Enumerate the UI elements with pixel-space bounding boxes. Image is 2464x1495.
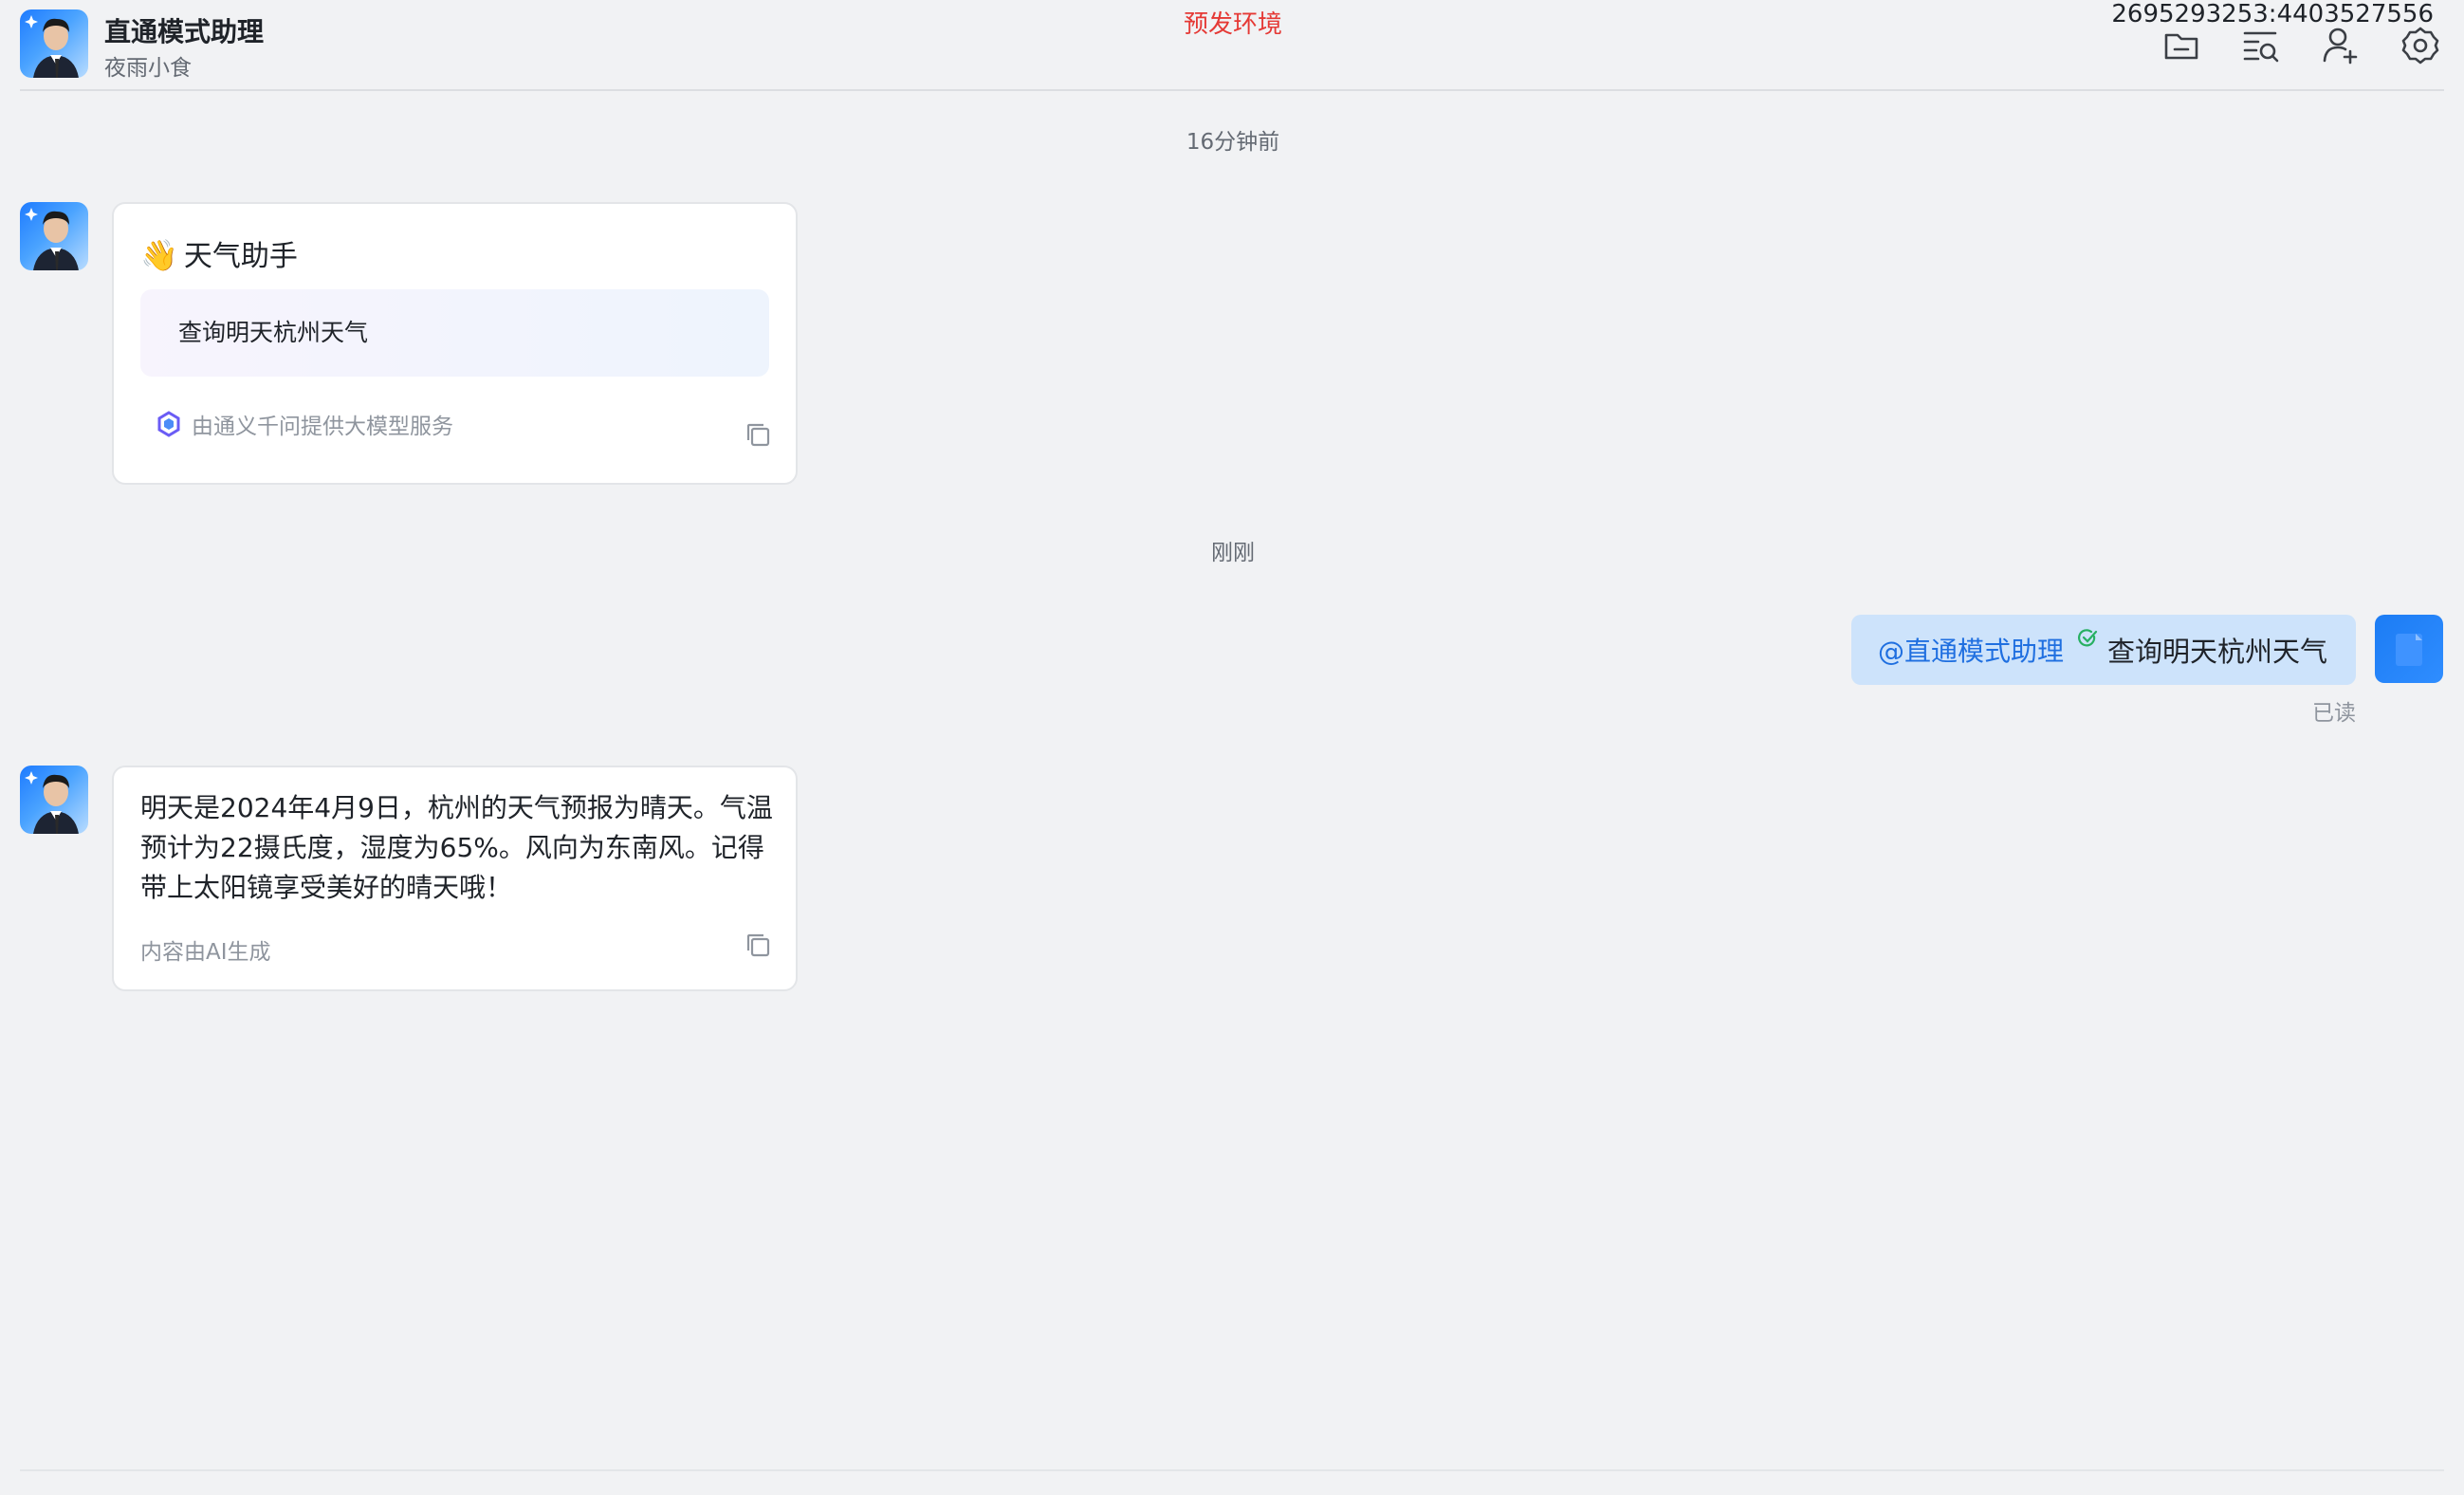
read-status: 已读 (2312, 701, 2356, 726)
qwen-logo-icon (157, 411, 180, 437)
env-label: 预发环境 (1183, 10, 1282, 39)
copy-icon[interactable] (743, 419, 773, 450)
user-message-text: 查询明天杭州天气 (2107, 636, 2328, 668)
card-title-text: 天气助手 (183, 240, 298, 273)
ai-generated-note: 内容由AI生成 (140, 940, 271, 965)
header-divider (20, 89, 2444, 91)
group-name: 夜雨小食 (104, 56, 192, 81)
powered-by-text: 由通义千问提供大模型服务 (192, 415, 453, 439)
copy-icon[interactable] (743, 930, 773, 960)
input-divider (20, 1469, 2444, 1471)
bot-avatar[interactable] (20, 766, 88, 834)
settings-icon[interactable] (2400, 25, 2441, 66)
timestamp: 刚刚 (1211, 541, 1255, 565)
answer-text: 明天是2024年4月9日，杭州的天气预报为晴天。气温预计为22摄氏度，湿度为65… (140, 792, 773, 903)
bot-avatar[interactable] (20, 202, 88, 270)
timestamp: 16分钟前 (1186, 130, 1280, 155)
folder-icon[interactable] (2161, 25, 2202, 66)
answer-card: 明天是2024年4月9日，杭州的天气预报为晴天。气温预计为22摄氏度，湿度为65… (112, 766, 798, 991)
user-message-bubble[interactable]: @直通模式助理 查询明天杭州天气 (1851, 615, 2356, 685)
chat-header: 直通模式助理 夜雨小食 预发环境 2695293253:4403527556 (0, 0, 2464, 91)
add-member-icon[interactable] (2320, 25, 2362, 66)
mention-tag[interactable]: @直通模式助理 (1878, 631, 2064, 669)
suggested-question-button[interactable]: 查询明天杭州天气 (140, 289, 769, 377)
waving-hand-icon: 👋 (140, 237, 178, 273)
card-title: 👋 天气助手 (140, 232, 298, 274)
search-messages-icon[interactable] (2240, 25, 2282, 66)
user-avatar[interactable] (2375, 615, 2443, 683)
bot-avatar[interactable] (20, 9, 88, 78)
powered-by: 由通义千问提供大模型服务 (156, 408, 453, 440)
bot-name: 直通模式助理 (104, 16, 265, 47)
welcome-card: 👋 天气助手 查询明天杭州天气 由通义千问提供大模型服务 (112, 202, 798, 485)
verified-check-icon (2078, 629, 2098, 647)
